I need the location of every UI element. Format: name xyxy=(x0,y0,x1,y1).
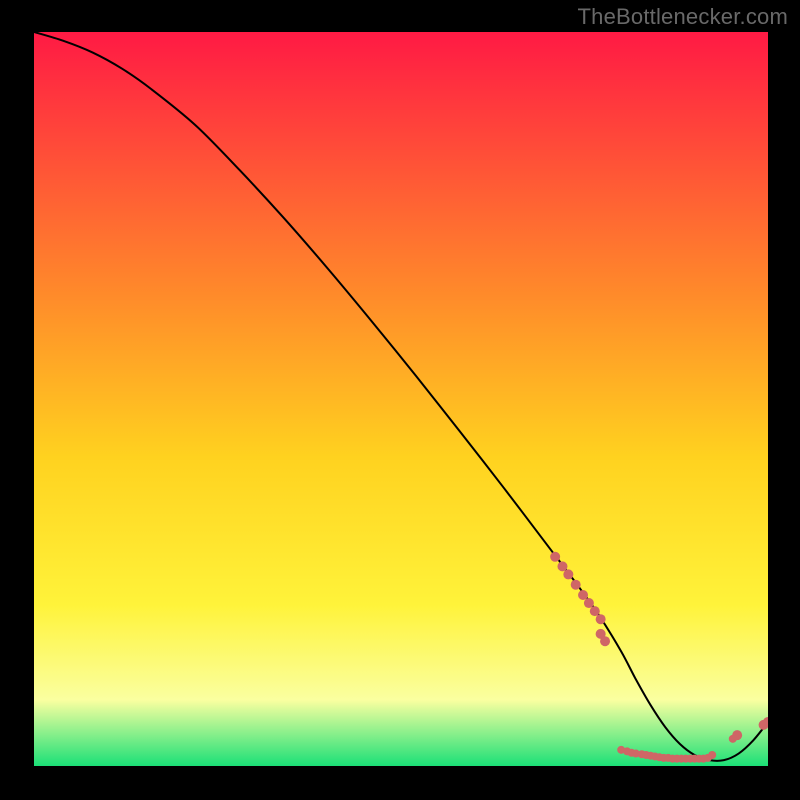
data-marker xyxy=(584,598,594,608)
data-marker xyxy=(557,561,567,571)
data-marker xyxy=(590,606,600,616)
data-marker xyxy=(600,636,610,646)
chart-plot-area xyxy=(34,32,768,766)
chart-svg xyxy=(34,32,768,766)
data-marker xyxy=(550,552,560,562)
data-marker xyxy=(563,569,573,579)
data-marker xyxy=(578,590,588,600)
data-marker xyxy=(732,730,742,740)
gradient-background xyxy=(34,32,768,766)
chart-frame: TheBottlenecker.com xyxy=(0,0,800,800)
data-marker xyxy=(708,751,716,759)
watermark-text: TheBottlenecker.com xyxy=(578,4,788,30)
data-marker xyxy=(596,614,606,624)
data-marker xyxy=(571,580,581,590)
